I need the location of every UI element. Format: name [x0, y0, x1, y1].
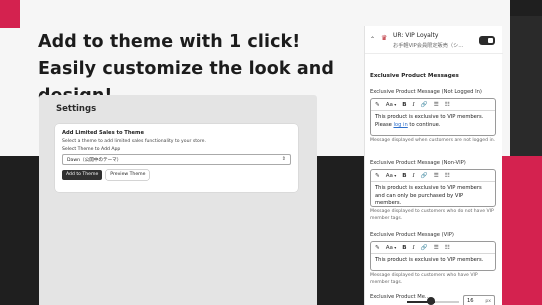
decor-band-dark-right — [510, 16, 542, 156]
toggle-knob — [488, 38, 493, 43]
bold-button[interactable]: B — [402, 245, 406, 251]
italic-button[interactable]: I — [413, 245, 415, 251]
magic-wand-icon[interactable]: ✎ — [375, 245, 380, 251]
bullet-list-icon[interactable]: ☰ — [434, 173, 439, 179]
theme-select[interactable]: Dawn（公開中のテーマ） ⇕ — [62, 154, 291, 165]
font-size-slider-handle[interactable] — [427, 297, 435, 305]
card-description: Select a theme to add limited sales func… — [62, 139, 206, 144]
magic-wand-icon[interactable]: ✎ — [375, 102, 380, 108]
decor-band-red-bottom — [500, 156, 542, 305]
field-label-not-logged-in: Exclusive Product Message (Not Logged In… — [370, 89, 482, 95]
preview-theme-button[interactable]: Preview Theme — [106, 170, 150, 180]
font-size-input[interactable]: 16 px — [463, 295, 495, 305]
settings-title: Settings — [56, 104, 97, 114]
settings-panel: Settings Add Limited Sales to Theme Sele… — [39, 95, 317, 305]
magic-wand-icon[interactable]: ✎ — [375, 173, 380, 179]
link-icon[interactable]: 🔗 — [421, 173, 428, 179]
bold-button[interactable]: B — [402, 102, 406, 108]
decor-band-dark-top — [510, 0, 542, 16]
app-name: UR: VIP Loyalty — [393, 32, 439, 39]
bold-button[interactable]: B — [402, 173, 406, 179]
rte-not-logged-in[interactable]: ✎ Aa ▾ B I 🔗 ☰ ☷ This product is exclusi… — [370, 98, 496, 136]
rte-content[interactable]: This product is exclusive to VIP members… — [371, 182, 495, 211]
font-size-unit: px — [485, 299, 491, 304]
bullet-list-icon[interactable]: ☰ — [434, 102, 439, 108]
theme-editor-panel: ⌃ ♛ UR: VIP Loyalty お手軽VIP会員限定販売（シ… Excl… — [364, 26, 503, 305]
font-size-label: Exclusive Product Me... — [370, 294, 430, 300]
add-to-theme-button[interactable]: Add to Theme — [62, 170, 103, 180]
app-enable-toggle[interactable] — [479, 36, 495, 45]
link-icon[interactable]: 🔗 — [421, 245, 428, 251]
theme-select-label: Select Theme to Add App — [62, 147, 121, 152]
rte-content[interactable]: This product is exclusive to VIP members… — [371, 111, 495, 132]
rte-toolbar: ✎ Aa ▾ B I 🔗 ☰ ☷ — [371, 170, 495, 182]
rte-toolbar: ✎ Aa ▾ B I 🔗 ☰ ☷ — [371, 242, 495, 254]
rte-vip[interactable]: ✎ Aa ▾ B I 🔗 ☰ ☷ This product is exclusi… — [370, 241, 496, 271]
link-icon[interactable]: 🔗 — [421, 102, 428, 108]
numbered-list-icon[interactable]: ☷ — [445, 102, 450, 108]
format-dropdown[interactable]: Aa ▾ — [386, 102, 397, 108]
numbered-list-icon[interactable]: ☷ — [445, 245, 450, 251]
app-subtitle: お手軽VIP会員限定販売（シ… — [393, 43, 464, 49]
add-to-theme-card: Add Limited Sales to Theme Select a them… — [55, 124, 298, 192]
crown-icon: ♛ — [381, 34, 388, 42]
rte-content[interactable]: This product is exclusive to VIP members… — [371, 254, 495, 268]
italic-button[interactable]: I — [413, 173, 415, 179]
help-text-vip: Message displayed to customers who have … — [370, 273, 478, 285]
help-text-not-logged-in: Message displayed when customers are not… — [370, 138, 496, 143]
decor-band-red-top — [0, 0, 20, 28]
field-label-non-vip: Exclusive Product Message (Non-VIP) — [370, 160, 466, 166]
rte-non-vip[interactable]: ✎ Aa ▾ B I 🔗 ☰ ☷ This product is exclusi… — [370, 169, 496, 207]
numbered-list-icon[interactable]: ☷ — [445, 173, 450, 179]
format-dropdown[interactable]: Aa ▾ — [386, 173, 397, 179]
font-size-slider-remaining[interactable] — [435, 301, 459, 303]
headline-line-1: Add to theme with 1 click! — [38, 32, 301, 52]
italic-button[interactable]: I — [413, 102, 415, 108]
collapse-chevron-icon[interactable]: ⌃ — [370, 36, 375, 43]
select-chevron-icon: ⇕ — [281, 156, 286, 162]
card-title: Add Limited Sales to Theme — [62, 130, 144, 136]
section-heading: Exclusive Product Messages — [370, 73, 459, 79]
bullet-list-icon[interactable]: ☰ — [434, 245, 439, 251]
theme-select-value: Dawn（公開中のテーマ） — [67, 158, 122, 163]
help-text-non-vip: Message displayed to customers who do no… — [370, 209, 494, 221]
field-label-vip: Exclusive Product Message (VIP) — [370, 232, 454, 238]
rte-toolbar: ✎ Aa ▾ B I 🔗 ☰ ☷ — [371, 99, 495, 111]
app-block-header[interactable]: ⌃ ♛ UR: VIP Loyalty お手軽VIP会員限定販売（シ… — [365, 26, 503, 54]
format-dropdown[interactable]: Aa ▾ — [386, 245, 397, 251]
login-link[interactable]: log in — [393, 122, 407, 128]
